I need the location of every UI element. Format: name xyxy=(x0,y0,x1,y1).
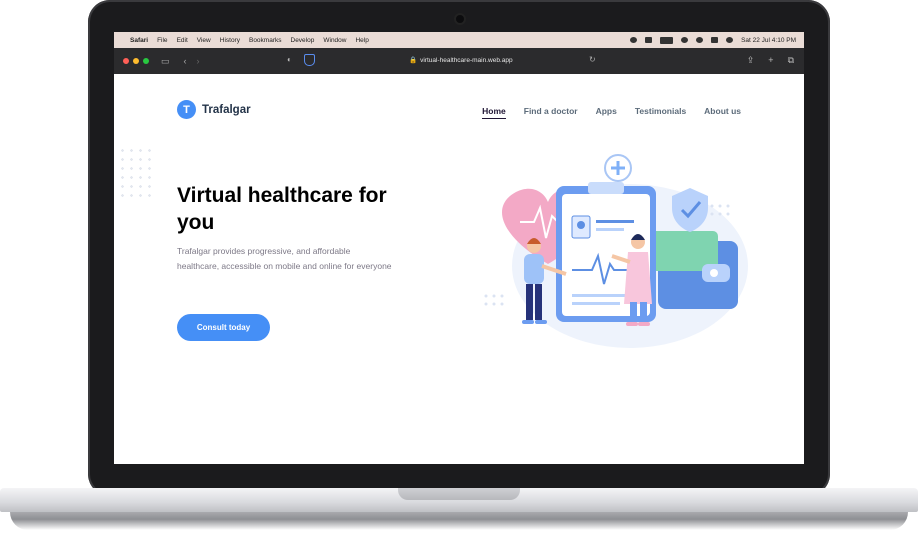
safari-toolbar: ▭ ‹ › ◐ 🔒 virtual-healthcare-main.web.app… xyxy=(114,48,804,74)
tab-overview-icon[interactable]: ⧉ xyxy=(788,55,794,66)
main-nav: Home Find a doctor Apps Testimonials Abo… xyxy=(482,106,741,119)
consult-button[interactable]: Consult today xyxy=(177,314,270,341)
nav-testimonials[interactable]: Testimonials xyxy=(635,106,686,119)
web-page: T Trafalgar Home Find a doctor Apps Test… xyxy=(114,74,804,464)
status-area: Sat 22 Jul 4:10 PM xyxy=(630,36,796,44)
menu-history[interactable]: History xyxy=(220,37,240,44)
healthcare-illustration xyxy=(484,154,748,348)
privacy-shield-icon[interactable]: ◐ xyxy=(287,55,292,64)
menu-file[interactable]: File xyxy=(157,37,167,44)
laptop-foot xyxy=(10,512,908,530)
nav-home[interactable]: Home xyxy=(482,106,506,119)
new-tab-icon[interactable]: + xyxy=(768,55,773,66)
brand-logo[interactable]: T Trafalgar xyxy=(177,100,251,119)
sidebar-icon[interactable]: ▭ xyxy=(161,56,170,67)
nav-apps[interactable]: Apps xyxy=(596,106,617,119)
menu-edit[interactable]: Edit xyxy=(177,37,188,44)
menu-safari[interactable]: Safari xyxy=(130,37,148,44)
mac-menubar: Safari File Edit View History Bookmarks … xyxy=(114,32,804,48)
brand-name: Trafalgar xyxy=(202,103,251,116)
dot-pattern xyxy=(118,146,154,202)
url-text: virtual-healthcare-main.web.app xyxy=(420,57,513,64)
webcam xyxy=(456,15,464,23)
share-icon[interactable]: ⇪ xyxy=(747,55,755,66)
control-center-icon[interactable] xyxy=(711,37,719,43)
toolbar-actions: ⇪ + ⧉ xyxy=(747,55,794,66)
hero-title: Virtual healthcare for you xyxy=(177,184,387,234)
clock[interactable]: Sat 22 Jul 4:10 PM xyxy=(741,37,796,44)
menu-bookmarks[interactable]: Bookmarks xyxy=(249,37,282,44)
battery-icon[interactable] xyxy=(660,36,674,44)
screen: Safari File Edit View History Bookmarks … xyxy=(114,32,804,464)
nav-find-a-doctor[interactable]: Find a doctor xyxy=(524,106,578,119)
hero-description: Trafalgar provides progressive, and affo… xyxy=(177,246,392,271)
menu-window[interactable]: Window xyxy=(323,37,346,44)
lock-icon: 🔒 xyxy=(409,57,418,64)
back-icon[interactable]: ‹ xyxy=(184,56,187,66)
menu-view[interactable]: View xyxy=(197,37,211,44)
laptop-notch xyxy=(398,488,520,500)
nav-about-us[interactable]: About us xyxy=(704,106,741,119)
logo-mark: T xyxy=(177,100,196,119)
close-window-button[interactable] xyxy=(123,58,129,64)
forward-icon[interactable]: › xyxy=(197,56,200,66)
menu-develop[interactable]: Develop xyxy=(291,37,315,44)
menu-help[interactable]: Help xyxy=(355,37,368,44)
reload-icon[interactable]: ↻ xyxy=(589,55,596,64)
minimize-window-button[interactable] xyxy=(133,58,139,64)
search-icon[interactable] xyxy=(696,37,704,43)
headphones-icon[interactable] xyxy=(630,37,638,43)
extension-icon[interactable] xyxy=(304,54,315,66)
control-strip-icon[interactable] xyxy=(645,37,653,43)
zoom-window-button[interactable] xyxy=(143,58,149,64)
siri-icon[interactable] xyxy=(726,37,734,43)
address-bar[interactable]: 🔒 virtual-healthcare-main.web.app xyxy=(409,56,513,64)
wifi-icon[interactable] xyxy=(681,37,689,43)
